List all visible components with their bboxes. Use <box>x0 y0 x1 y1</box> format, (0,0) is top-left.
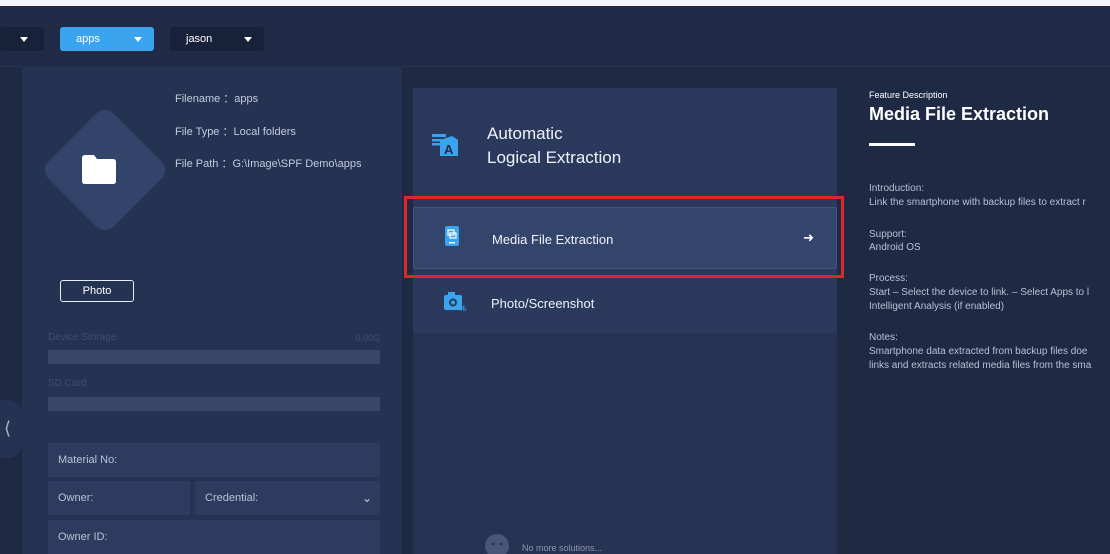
sd-card-bar <box>48 397 380 411</box>
title-line-2: Logical Extraction <box>487 148 622 167</box>
credential-select[interactable]: Credential: ⌄ <box>195 481 380 515</box>
option-label: Photo/Screenshot <box>491 296 595 311</box>
user-dropdown[interactable]: jason <box>170 27 264 51</box>
intro-text: Link the smartphone with backup files to… <box>869 197 1086 208</box>
owner-field[interactable]: Owner: <box>48 481 190 515</box>
device-dropdown[interactable] <box>0 27 44 51</box>
process-label: Process: <box>869 273 908 284</box>
source-dropdown[interactable]: apps <box>60 27 154 51</box>
owner-id-label: Owner ID: <box>58 531 108 543</box>
no-more-solutions-text: No more solutions... <box>522 543 603 553</box>
feature-title: Media File Extraction <box>869 104 1050 124</box>
filetype-text: File Type ：Local folders <box>175 126 296 138</box>
filepath-text: File Path ：G:\Image\SPF Demo\apps <box>175 158 362 170</box>
device-storage-bar <box>48 350 380 364</box>
notes-line-2: links and extracts related media files f… <box>869 360 1092 371</box>
notes-line-1: Smartphone data extracted from backup fi… <box>869 346 1088 357</box>
chevron-down-icon: ⌄ <box>361 491 372 505</box>
title-underline <box>869 143 915 146</box>
photo-button[interactable]: Photo <box>60 280 134 302</box>
selection-highlight <box>404 196 844 278</box>
owner-id-field[interactable]: Owner ID: <box>48 520 380 554</box>
material-no-label: Material No: <box>58 454 118 466</box>
user-dropdown-label: jason <box>186 33 213 45</box>
folder-icon <box>82 155 116 184</box>
intro-label: Introduction: <box>869 183 925 194</box>
process-line-1: Start – Select the device to link. – Sel… <box>869 287 1090 298</box>
logical-extraction-icon: A <box>432 134 458 157</box>
material-no-field[interactable]: Material No: <box>48 443 380 477</box>
sad-face-icon <box>485 534 509 554</box>
caret-down-icon <box>244 37 252 42</box>
support-label: Support: <box>869 229 907 240</box>
support-text: Android OS <box>869 242 921 253</box>
solutions-panel-empty <box>413 333 837 554</box>
svg-text:%: % <box>459 304 466 312</box>
feature-description-header: Feature Description <box>869 90 948 100</box>
svg-text:A: A <box>444 142 454 157</box>
process-line-2: Intelligent Analysis (if enabled) <box>869 301 1005 312</box>
photo-screenshot-option[interactable]: % Photo/Screenshot <box>413 272 837 334</box>
notes-label: Notes: <box>869 332 898 343</box>
source-dropdown-label: apps <box>76 33 100 45</box>
top-bar: apps jason <box>0 6 1110 67</box>
device-storage-value: 0.00G <box>355 333 380 343</box>
sd-card-label: SD Card <box>48 378 87 389</box>
credential-label: Credential: <box>205 492 259 504</box>
title-line-1: Automatic <box>487 124 563 143</box>
collapse-panel-tab[interactable]: ⟨ <box>0 400 22 458</box>
camera-icon: % <box>444 292 466 312</box>
caret-down-icon <box>134 37 142 42</box>
caret-down-icon <box>20 37 28 42</box>
filename-text: Filename ：apps <box>175 93 259 105</box>
chevron-left-icon: ⟨ <box>4 418 12 438</box>
owner-label: Owner: <box>58 492 94 504</box>
extraction-category-title: Automatic Logical Extraction <box>487 122 621 170</box>
device-storage-label: Device Storage <box>48 332 117 343</box>
